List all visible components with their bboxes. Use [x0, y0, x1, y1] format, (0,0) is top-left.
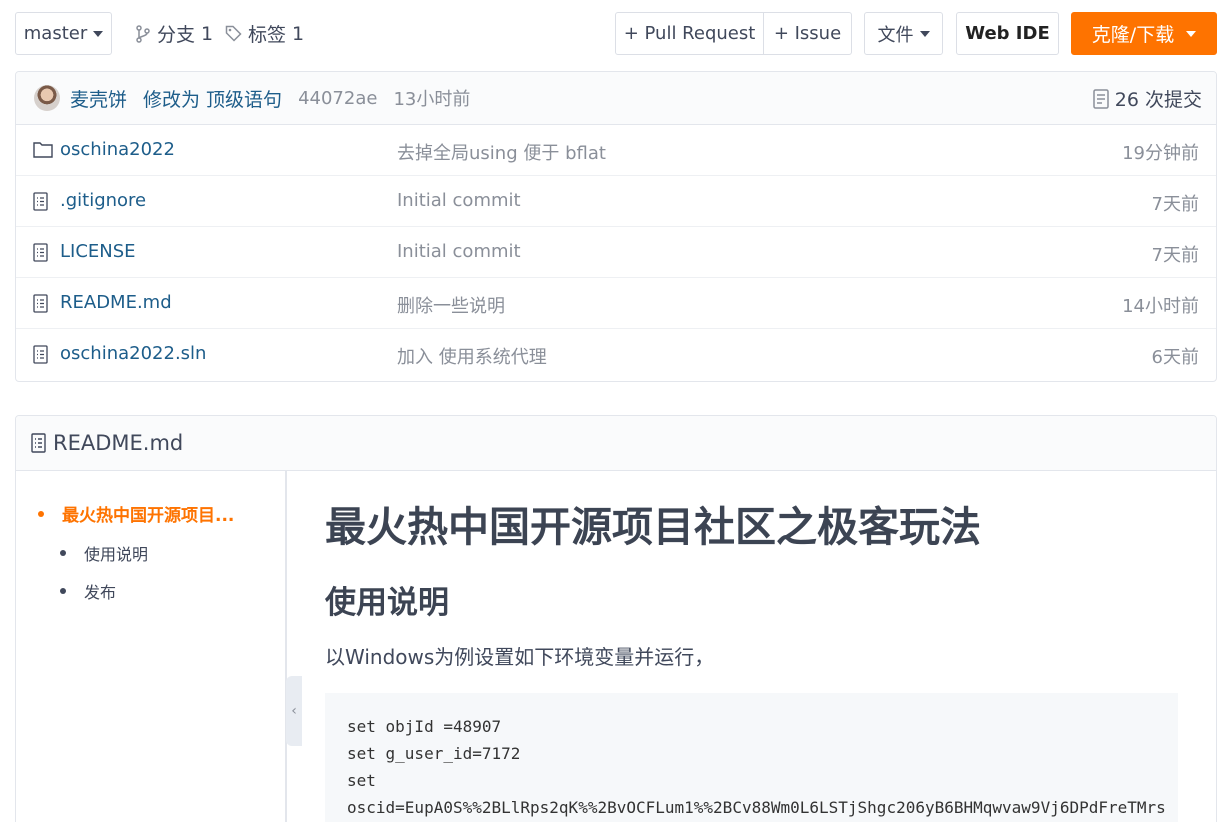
latest-commit-bar: 麦壳饼 修改为 顶级语句 44072ae 13小时前 26 次提交 — [16, 72, 1216, 125]
readme-paragraph: 以Windows为例设置如下环境变量并运行， — [325, 645, 715, 669]
file-commit-message[interactable]: 删除一些说明 — [397, 292, 505, 318]
bullet-icon — [60, 588, 66, 594]
commit-sha[interactable]: 44072ae — [298, 88, 377, 109]
commit-count-link[interactable]: 26 次提交 — [1093, 72, 1202, 125]
toc-item-label: 使用说明 — [84, 545, 149, 564]
file-time: 7天前 — [1151, 245, 1199, 266]
file-commit-message[interactable]: Initial commit — [397, 190, 521, 211]
clone-download-label: 克隆/下载 — [1091, 24, 1175, 46]
file-icon — [31, 433, 46, 453]
branches-label: 分支 — [157, 24, 196, 46]
code-block: set objId =48907 set g_user_id=7172 set … — [325, 693, 1178, 822]
readme-title: README.md — [53, 431, 184, 455]
toc-item-active[interactable]: 最火热中国开源项目... — [38, 501, 234, 526]
avatar[interactable] — [34, 85, 60, 111]
commit-author[interactable]: 麦壳饼 — [70, 85, 127, 112]
file-name[interactable]: .gitignore — [60, 190, 146, 211]
readme-panel: README.md 最火热中国开源项目... 使用说明 发布 ‹ 最火热中国开源… — [15, 415, 1217, 822]
branch-name: master — [23, 23, 88, 44]
toc-item-label: 发布 — [84, 583, 117, 602]
branch-icon — [136, 24, 150, 43]
file-icon — [33, 243, 49, 267]
file-row[interactable]: LICENSE Initial commit 7天前 — [16, 227, 1216, 278]
branches-link[interactable]: 分支 1 — [135, 20, 213, 47]
file-row[interactable]: README.md 删除一些说明 14小时前 — [16, 278, 1216, 329]
pull-request-button[interactable]: + Pull Request — [615, 12, 764, 55]
branches-count: 1 — [201, 22, 214, 45]
toc-item-usage[interactable]: 使用说明 — [60, 541, 148, 565]
bullet-icon — [38, 510, 44, 517]
file-menu-label: 文件 — [877, 24, 914, 46]
file-time: 14小时前 — [1122, 296, 1199, 317]
file-icon — [33, 345, 49, 369]
issue-button[interactable]: + Issue — [763, 12, 852, 55]
file-commit-message[interactable]: 加入 使用系统代理 — [397, 343, 547, 369]
file-icon — [33, 294, 49, 318]
code-line: set — [347, 771, 376, 790]
file-browser: 麦壳饼 修改为 顶级语句 44072ae 13小时前 26 次提交 oschin… — [15, 71, 1217, 382]
tag-icon — [225, 25, 242, 42]
file-name[interactable]: oschina2022.sln — [60, 343, 206, 364]
bullet-icon — [60, 550, 66, 556]
file-row[interactable]: oschina2022.sln 加入 使用系统代理 6天前 — [16, 329, 1216, 380]
toc-collapse-toggle[interactable]: ‹ — [286, 676, 302, 746]
tags-count: 1 — [292, 22, 305, 45]
clone-download-button[interactable]: 克隆/下载 — [1071, 12, 1217, 55]
file-name[interactable]: LICENSE — [60, 241, 136, 262]
file-time: 19分钟前 — [1122, 143, 1199, 164]
commit-time: 13小时前 — [393, 89, 471, 110]
commits-icon — [1093, 88, 1109, 109]
readme-heading-2: 使用说明 — [325, 585, 449, 621]
file-time: 7天前 — [1151, 194, 1199, 215]
readme-toc: 最火热中国开源项目... 使用说明 发布 — [16, 471, 287, 822]
folder-icon — [33, 141, 53, 163]
toc-item-release[interactable]: 发布 — [60, 579, 116, 603]
file-time: 6天前 — [1151, 347, 1199, 368]
file-commit-message[interactable]: 去掉全局using 便于 bflat — [397, 139, 606, 165]
web-ide-button[interactable]: Web IDE — [956, 12, 1059, 55]
branch-select[interactable]: master — [15, 12, 112, 55]
code-line: set objId =48907 — [347, 717, 502, 736]
file-commit-message[interactable]: Initial commit — [397, 241, 521, 262]
readme-heading-1: 最火热中国开源项目社区之极客玩法 — [325, 503, 981, 551]
commit-count-label: 26 次提交 — [1114, 89, 1202, 111]
chevron-down-icon — [1186, 30, 1197, 37]
file-name[interactable]: README.md — [60, 292, 172, 313]
readme-header: README.md — [16, 416, 1216, 471]
tags-link[interactable]: 标签 1 — [225, 20, 304, 47]
chevron-left-icon: ‹ — [291, 703, 297, 719]
file-menu-button[interactable]: 文件 — [864, 12, 943, 55]
repo-toolbar: master 分支 1 标签 1 + Pull Request + Issue … — [0, 0, 1229, 70]
file-row[interactable]: oschina2022 去掉全局using 便于 bflat 19分钟前 — [16, 125, 1216, 176]
commit-message[interactable]: 修改为 顶级语句 — [143, 85, 282, 112]
code-line: set g_user_id=7172 — [347, 744, 521, 763]
chevron-down-icon — [93, 30, 104, 37]
code-line: oscid=EupA0S%%2BLlRps2qK%%2BvOCFLum1%%2B… — [347, 798, 1166, 817]
tags-label: 标签 — [248, 24, 287, 46]
file-name[interactable]: oschina2022 — [60, 139, 175, 160]
toc-item-label: 最火热中国开源项目... — [62, 506, 235, 526]
chevron-down-icon — [919, 30, 930, 37]
file-row[interactable]: .gitignore Initial commit 7天前 — [16, 176, 1216, 227]
file-icon — [33, 192, 49, 216]
